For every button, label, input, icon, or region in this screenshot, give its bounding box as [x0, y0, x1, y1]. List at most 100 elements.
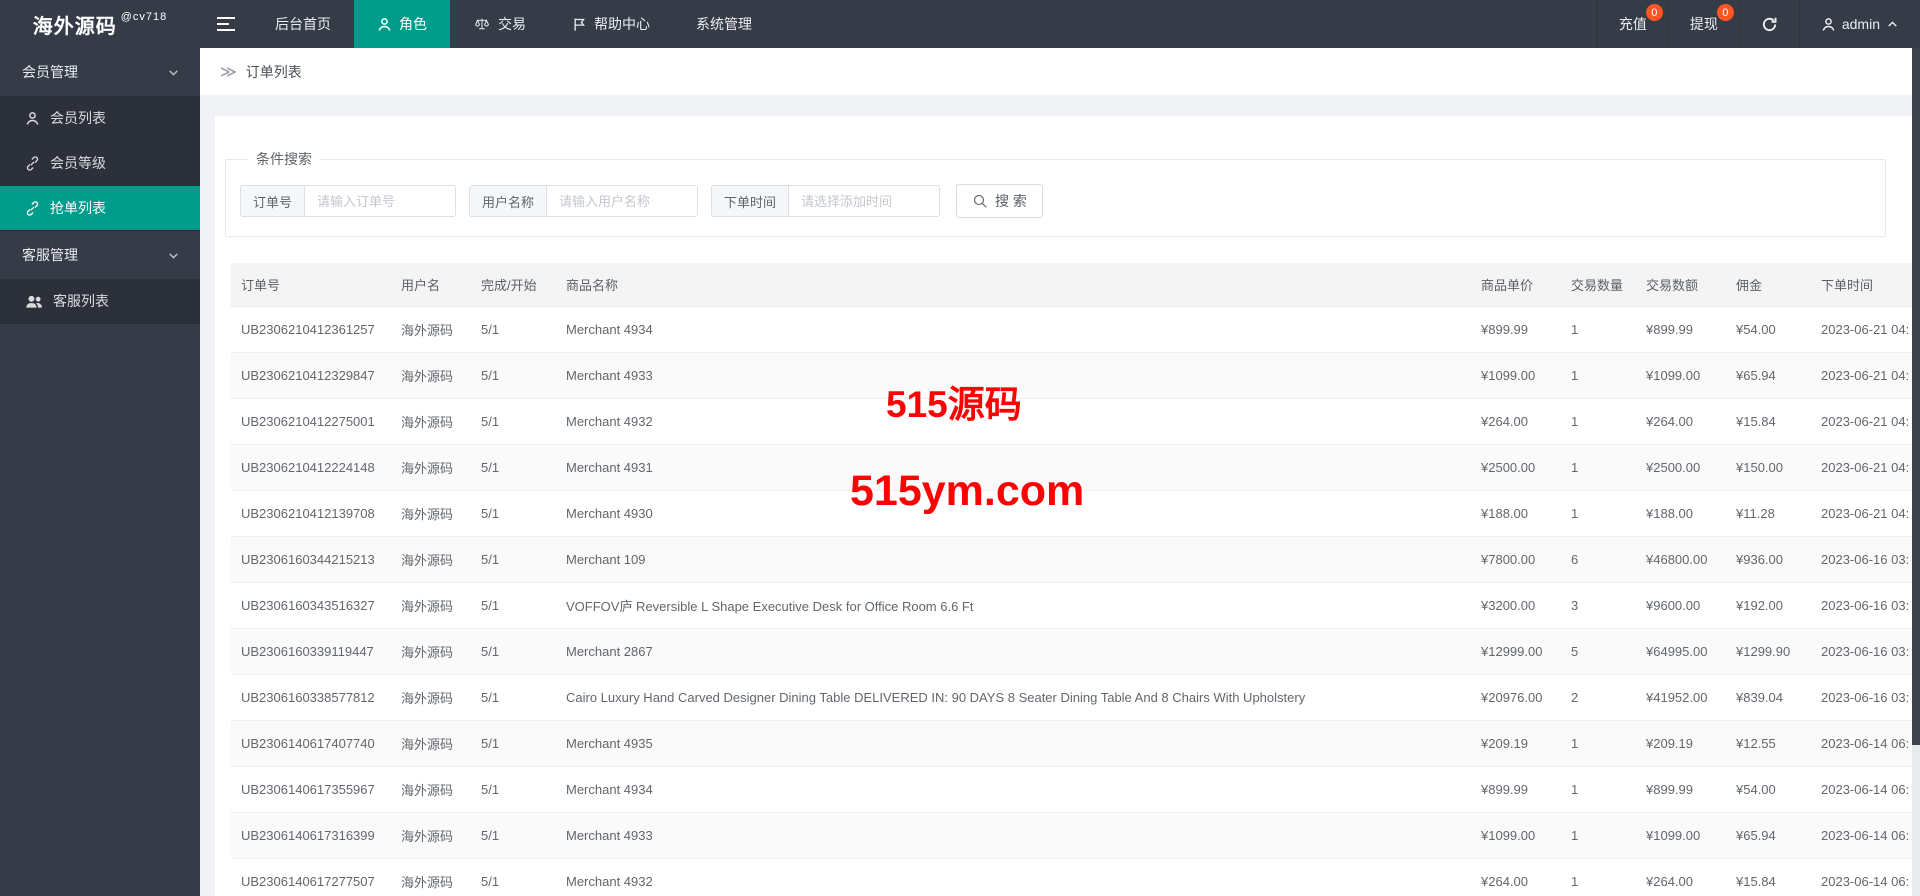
user-icon: [377, 17, 392, 32]
user-icon: [25, 111, 40, 126]
sidebar-item-order-grab-list[interactable]: 抢单列表: [0, 186, 200, 231]
search-button-label: 搜 索: [995, 191, 1027, 211]
column-header: 商品单价: [1471, 263, 1561, 307]
cell-username: 海外源码: [391, 813, 471, 859]
recharge-button[interactable]: 充值 0: [1597, 0, 1668, 48]
orders-table: 订单号用户名完成/开始商品名称商品单价交易数量交易数额佣金下单时间 UB2306…: [231, 263, 1912, 896]
nav-item-trade[interactable]: 交易: [450, 0, 549, 48]
cell-product: Cairo Luxury Hand Carved Designer Dining…: [556, 675, 1471, 721]
app-logo[interactable]: 海外源码@cv718: [0, 0, 200, 48]
cell-time: 2023-06-21 04:: [1811, 399, 1912, 445]
withdraw-button[interactable]: 提现 0: [1668, 0, 1739, 48]
cell-commission: ¥54.00: [1726, 307, 1811, 353]
cell-progress: 5/1: [471, 629, 556, 675]
nav-item-label: 角色: [399, 14, 427, 34]
table-row: UB2306140617355967海外源码5/1Merchant 4934¥8…: [231, 767, 1912, 813]
table-row: UB2306160344215213海外源码5/1Merchant 109¥78…: [231, 537, 1912, 583]
nav-item-system[interactable]: 系统管理: [673, 0, 775, 48]
cell-price: ¥899.99: [1471, 307, 1561, 353]
sidebar-group-service-management[interactable]: 客服管理: [0, 231, 200, 279]
menu-toggle-button[interactable]: [200, 0, 252, 48]
flag-icon: [572, 17, 587, 32]
cell-price: ¥264.00: [1471, 399, 1561, 445]
cell-quantity: 1: [1561, 445, 1636, 491]
topbar-right: 充值 0 提现 0 admin: [1597, 0, 1920, 48]
cell-price: ¥20976.00: [1471, 675, 1561, 721]
sidebar-group-label: 会员管理: [22, 62, 78, 82]
breadcrumb: ≫ 订单列表: [200, 48, 1920, 95]
cell-time: 2023-06-16 03:: [1811, 629, 1912, 675]
cell-commission: ¥54.00: [1726, 767, 1811, 813]
column-header: 商品名称: [556, 263, 1471, 307]
cell-quantity: 6: [1561, 537, 1636, 583]
cell-amount: ¥899.99: [1636, 767, 1726, 813]
cell-amount: ¥46800.00: [1636, 537, 1726, 583]
cell-commission: ¥1299.90: [1726, 629, 1811, 675]
vertical-scrollbar[interactable]: [1912, 48, 1920, 896]
table-row: UB2306210412275001海外源码5/1Merchant 4932¥2…: [231, 399, 1912, 445]
search-fieldset: 条件搜索 订单号用户名称下单时间 搜 索: [225, 149, 1886, 237]
cell-quantity: 1: [1561, 399, 1636, 445]
cell-order_no: UB2306210412361257: [231, 307, 391, 353]
sidebar-item-label: 会员列表: [50, 108, 106, 128]
nav-item-label: 帮助中心: [594, 14, 650, 34]
column-header: 交易数量: [1561, 263, 1636, 307]
cell-product: Merchant 4932: [556, 859, 1471, 896]
cell-time: 2023-06-21 04:: [1811, 353, 1912, 399]
sidebar: 会员管理会员列表会员等级抢单列表客服管理客服列表: [0, 48, 200, 896]
cell-quantity: 1: [1561, 353, 1636, 399]
cell-time: 2023-06-16 03:: [1811, 583, 1912, 629]
cell-amount: ¥899.99: [1636, 307, 1726, 353]
cell-quantity: 1: [1561, 307, 1636, 353]
cell-progress: 5/1: [471, 399, 556, 445]
cell-price: ¥2500.00: [1471, 445, 1561, 491]
sidebar-item-label: 抢单列表: [50, 198, 106, 218]
table-row: UB2306210412361257海外源码5/1Merchant 4934¥8…: [231, 307, 1912, 353]
user-menu[interactable]: admin: [1799, 0, 1920, 48]
users-icon: [25, 294, 43, 309]
recharge-label: 充值: [1619, 14, 1647, 34]
cell-quantity: 1: [1561, 767, 1636, 813]
cell-progress: 5/1: [471, 353, 556, 399]
cell-quantity: 1: [1561, 491, 1636, 537]
search-field-order-no: 订单号: [240, 185, 456, 217]
cell-commission: ¥15.84: [1726, 399, 1811, 445]
sidebar-item-member-level[interactable]: 会员等级: [0, 141, 200, 186]
cell-time: 2023-06-14 06:: [1811, 767, 1912, 813]
scrollbar-thumb[interactable]: [1912, 48, 1920, 745]
search-field-user-name: 用户名称: [469, 185, 698, 217]
chevron-up-icon: [1886, 18, 1899, 31]
order-no-input[interactable]: [305, 186, 455, 216]
cell-progress: 5/1: [471, 491, 556, 537]
hamburger-icon: [217, 17, 235, 31]
sidebar-item-label: 会员等级: [50, 153, 106, 173]
cell-amount: ¥188.00: [1636, 491, 1726, 537]
sidebar-item-member-list[interactable]: 会员列表: [0, 96, 200, 141]
refresh-button[interactable]: [1739, 0, 1799, 48]
user-name-input[interactable]: [547, 186, 697, 216]
nav-item-role[interactable]: 角色: [354, 0, 450, 48]
watermark-line2: 515ym.com: [850, 467, 1084, 516]
cell-order_no: UB2306210412329847: [231, 353, 391, 399]
cell-price: ¥1099.00: [1471, 353, 1561, 399]
cell-quantity: 1: [1561, 813, 1636, 859]
cell-order_no: UB2306160343516327: [231, 583, 391, 629]
table-row: UB2306140617407740海外源码5/1Merchant 4935¥2…: [231, 721, 1912, 767]
nav-item-help-center[interactable]: 帮助中心: [549, 0, 673, 48]
search-field-order-time: 下单时间: [711, 185, 940, 217]
sidebar-item-service-list[interactable]: 客服列表: [0, 279, 200, 324]
cell-amount: ¥209.19: [1636, 721, 1726, 767]
cell-progress: 5/1: [471, 307, 556, 353]
sidebar-group-member-management[interactable]: 会员管理: [0, 48, 200, 96]
user-icon: [1821, 17, 1836, 32]
orders-table-wrap: 订单号用户名完成/开始商品名称商品单价交易数量交易数额佣金下单时间 UB2306…: [231, 263, 1912, 896]
cell-product: Merchant 4935: [556, 721, 1471, 767]
nav-item-dashboard[interactable]: 后台首页: [252, 0, 354, 48]
cell-product: Merchant 2867: [556, 629, 1471, 675]
cell-username: 海外源码: [391, 767, 471, 813]
order-time-input[interactable]: [789, 186, 939, 216]
field-label: 订单号: [241, 186, 305, 216]
cell-quantity: 1: [1561, 859, 1636, 896]
search-button[interactable]: 搜 索: [956, 184, 1043, 218]
sidebar-item-label: 客服列表: [53, 291, 109, 311]
